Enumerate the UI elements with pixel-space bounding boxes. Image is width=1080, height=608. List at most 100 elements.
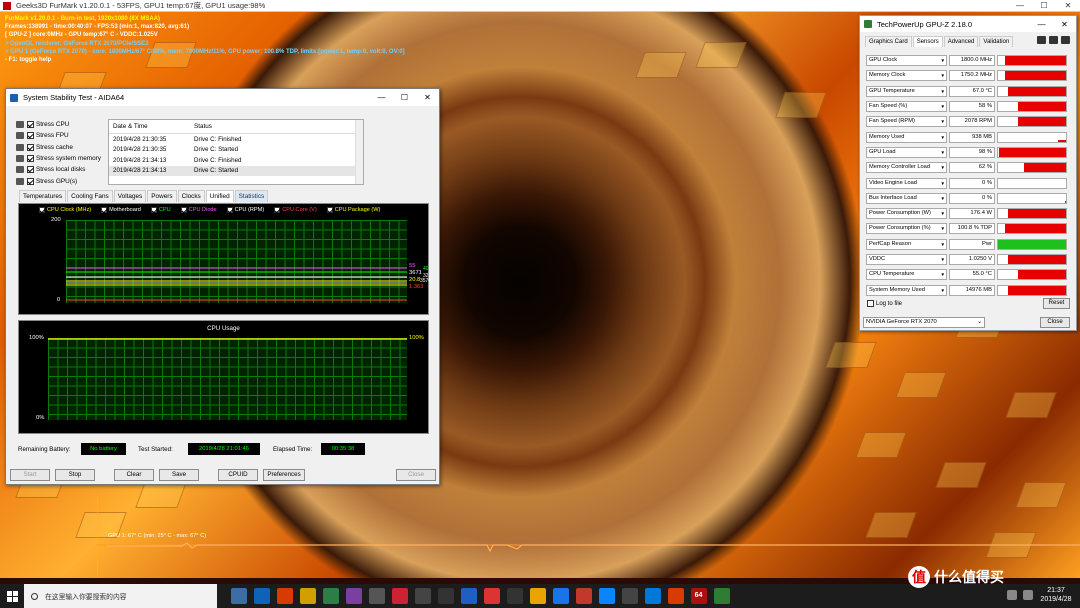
legend-item[interactable]: CPU Core (V) [274, 207, 322, 213]
stress-option[interactable]: Stress system memory [16, 153, 106, 164]
word-icon[interactable] [460, 588, 477, 604]
app-icon[interactable] [575, 588, 592, 604]
clear-button[interactable]: Clear [114, 469, 154, 481]
legend-item[interactable]: CPU (RPM) [226, 207, 270, 213]
aida64-taskbar-icon[interactable]: 64 [690, 588, 707, 604]
sensor-name[interactable]: Fan Speed (%) [866, 101, 947, 113]
legend-checkbox[interactable] [326, 207, 333, 213]
tab-statistics[interactable]: Statistics [234, 190, 269, 202]
store-icon[interactable] [322, 588, 339, 604]
preferences-button[interactable]: Preferences [263, 469, 305, 481]
tab-graphics-card[interactable]: Graphics Card [865, 36, 912, 47]
stress-checkbox[interactable] [27, 155, 34, 163]
app-icon[interactable] [644, 588, 661, 604]
sensor-name[interactable]: PerfCap Reason [866, 238, 947, 250]
sensor-name[interactable]: Power Consumption (%) [866, 223, 947, 235]
tab-advanced[interactable]: Advanced [943, 36, 979, 47]
app-icon[interactable] [506, 588, 523, 604]
sensor-name[interactable]: GPU Load [866, 146, 947, 158]
log-scrollbar[interactable] [355, 120, 363, 184]
save-button[interactable]: Save [159, 469, 199, 481]
app-p-icon[interactable] [276, 588, 293, 604]
log-header-status[interactable]: Status [194, 123, 363, 130]
legend-item[interactable]: Motherboard [101, 207, 146, 213]
log-row[interactable]: 2019/4/28 21:34:13 Drive C: Started [109, 165, 363, 176]
stress-checkbox[interactable] [27, 132, 34, 140]
tab-clocks[interactable]: Clocks [177, 190, 205, 202]
task-view-icon[interactable] [230, 588, 247, 604]
tab-powers[interactable]: Powers [147, 190, 177, 202]
taskbar-search[interactable]: 在这里输入你要搜索的内容 [24, 584, 217, 608]
legend-checkbox[interactable] [226, 207, 233, 213]
sensor-name[interactable]: Memory Controller Load [866, 162, 947, 174]
app-icon[interactable] [667, 588, 684, 604]
app-icon[interactable] [552, 588, 569, 604]
edge-icon[interactable] [253, 588, 270, 604]
sensor-name[interactable]: Video Engine Load [866, 177, 947, 189]
maximize-icon[interactable]: ☐ [1032, 0, 1056, 12]
sensor-name[interactable]: Fan Speed (RPM) [866, 116, 947, 128]
sensor-name[interactable]: CPU Temperature [866, 269, 947, 281]
minimize-icon[interactable]: — [370, 89, 393, 106]
log-row[interactable]: 2019/4/28 21:30:35 Drive C: Started [109, 145, 363, 156]
log-header-date[interactable]: Date & Time [109, 123, 194, 130]
sensor-name[interactable]: GPU Temperature [866, 85, 947, 97]
sensor-name[interactable]: VDDC [866, 254, 947, 265]
sensor-name[interactable]: Bus Interface Load [866, 192, 947, 204]
tab-cooling-fans[interactable]: Cooling Fans [67, 190, 113, 202]
stress-checkbox[interactable] [27, 177, 34, 185]
app-icon[interactable] [483, 588, 500, 604]
stress-option[interactable]: Stress CPU [16, 119, 106, 130]
tray-icon[interactable] [1007, 590, 1017, 600]
legend-item[interactable]: CPU Diode [180, 207, 222, 213]
gpuz-taskbar-icon[interactable] [713, 588, 730, 604]
sensor-name[interactable]: System Memory Used [866, 284, 947, 296]
legend-checkbox[interactable] [274, 207, 281, 213]
network-icon[interactable] [1023, 590, 1033, 600]
legend-item[interactable]: CPU [150, 207, 176, 213]
sensor-name[interactable]: Memory Clock [866, 70, 947, 82]
log-row[interactable]: 2019/4/28 21:30:35 Drive C: Finished [109, 134, 363, 145]
stress-option[interactable]: Stress cache [16, 142, 106, 153]
refresh-icon[interactable] [1049, 36, 1058, 44]
taskbar-clock[interactable]: 21:37 2019/4/28 [1036, 586, 1076, 604]
close-icon[interactable]: ✕ [416, 89, 439, 106]
app-icon[interactable] [391, 588, 408, 604]
log-row[interactable]: 2019/4/28 21:34:13 Drive C: Finished [109, 155, 363, 166]
tab-unified[interactable]: Unified [205, 190, 234, 202]
stress-checkbox[interactable] [27, 121, 34, 129]
app-icon[interactable] [437, 588, 454, 604]
app-icon[interactable] [414, 588, 431, 604]
cpuid-button[interactable]: CPUID [218, 469, 258, 481]
sensor-name[interactable]: Power Consumption (W) [866, 208, 947, 220]
stress-option[interactable]: Stress GPU(s) [16, 175, 106, 186]
sensor-name[interactable]: GPU Clock [866, 55, 947, 67]
legend-checkbox[interactable] [150, 207, 157, 213]
file-explorer-icon[interactable] [299, 588, 316, 604]
tab-voltages[interactable]: Voltages [113, 190, 147, 202]
start-button[interactable] [0, 584, 24, 608]
camera-icon[interactable] [1037, 36, 1046, 44]
reset-button[interactable]: Reset [1043, 298, 1070, 309]
mail-icon[interactable] [368, 588, 385, 604]
stress-checkbox[interactable] [27, 166, 34, 174]
app-icon[interactable] [598, 588, 615, 604]
log-to-file-checkbox[interactable] [867, 300, 874, 307]
stress-option[interactable]: Stress local disks [16, 164, 106, 175]
legend-checkbox[interactable] [180, 207, 187, 213]
gpu-device-select[interactable]: NVIDIA GeForce RTX 2070 ⌄ [863, 317, 985, 328]
gpuz-close-button[interactable]: Close [1040, 317, 1070, 328]
stress-checkbox[interactable] [27, 143, 34, 151]
minimize-icon[interactable]: — [1030, 16, 1053, 33]
stop-button[interactable]: Stop [55, 469, 95, 481]
maximize-icon[interactable]: ☐ [393, 89, 416, 106]
app-icon[interactable] [621, 588, 638, 604]
legend-item[interactable]: CPU Package (W) [326, 207, 386, 213]
close-icon[interactable]: ✕ [1053, 16, 1076, 33]
minimize-icon[interactable]: — [1008, 0, 1032, 12]
chrome-icon[interactable] [529, 588, 546, 604]
tab-temperatures[interactable]: Temperatures [19, 190, 67, 202]
close-button[interactable]: Close [396, 469, 436, 481]
sensor-name[interactable]: Memory Used [866, 131, 947, 143]
start-button[interactable]: Start [10, 469, 50, 481]
